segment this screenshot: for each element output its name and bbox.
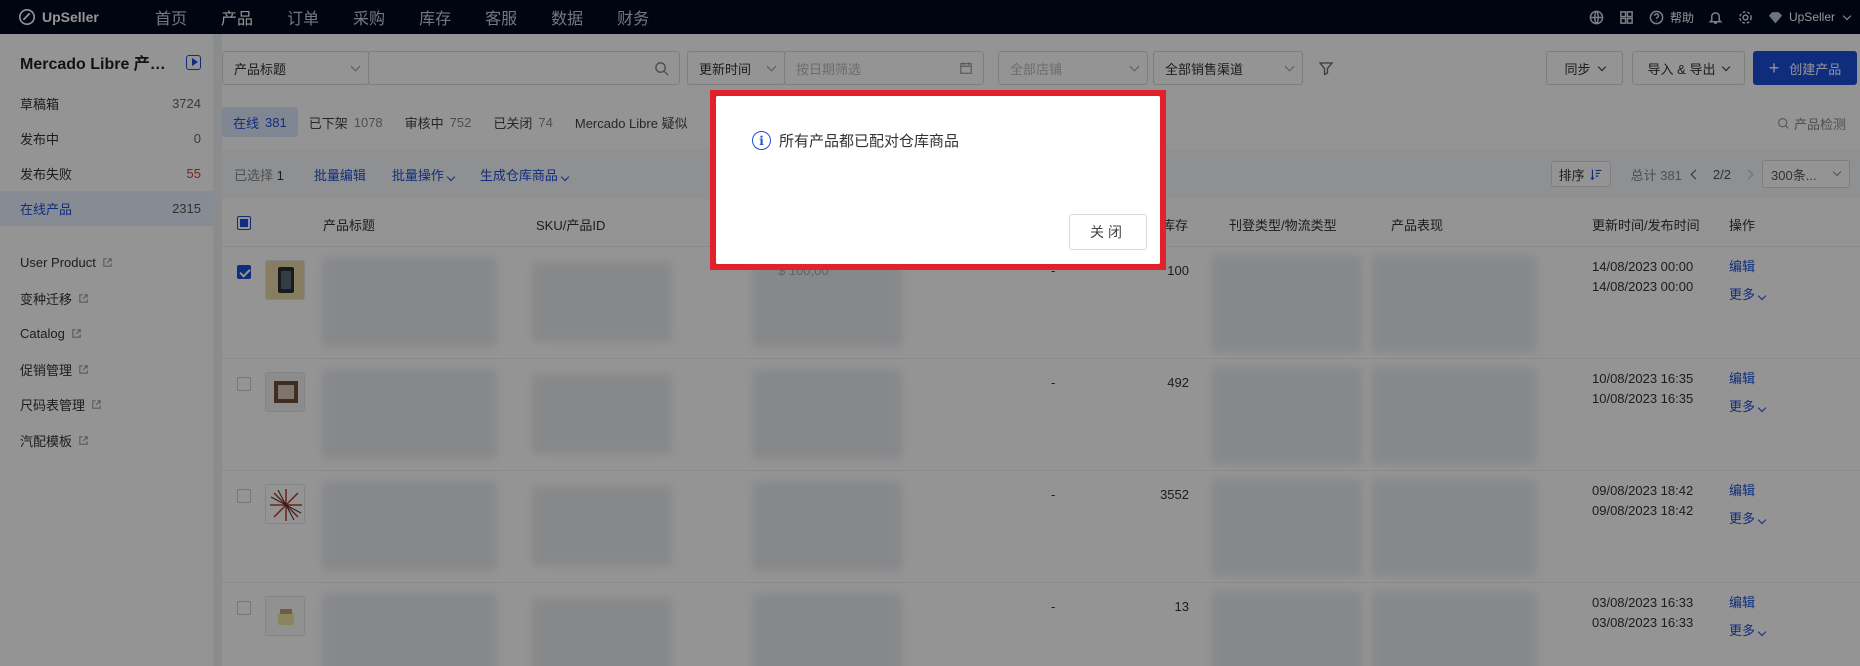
info-icon: i [752,131,771,150]
dialog-message: i 所有产品都已配对仓库商品 [752,130,959,151]
dialog-message-text: 所有产品都已配对仓库商品 [779,133,960,150]
info-dialog: i 所有产品都已配对仓库商品 关闭 [716,96,1160,264]
close-button[interactable]: 关闭 [1069,214,1147,250]
